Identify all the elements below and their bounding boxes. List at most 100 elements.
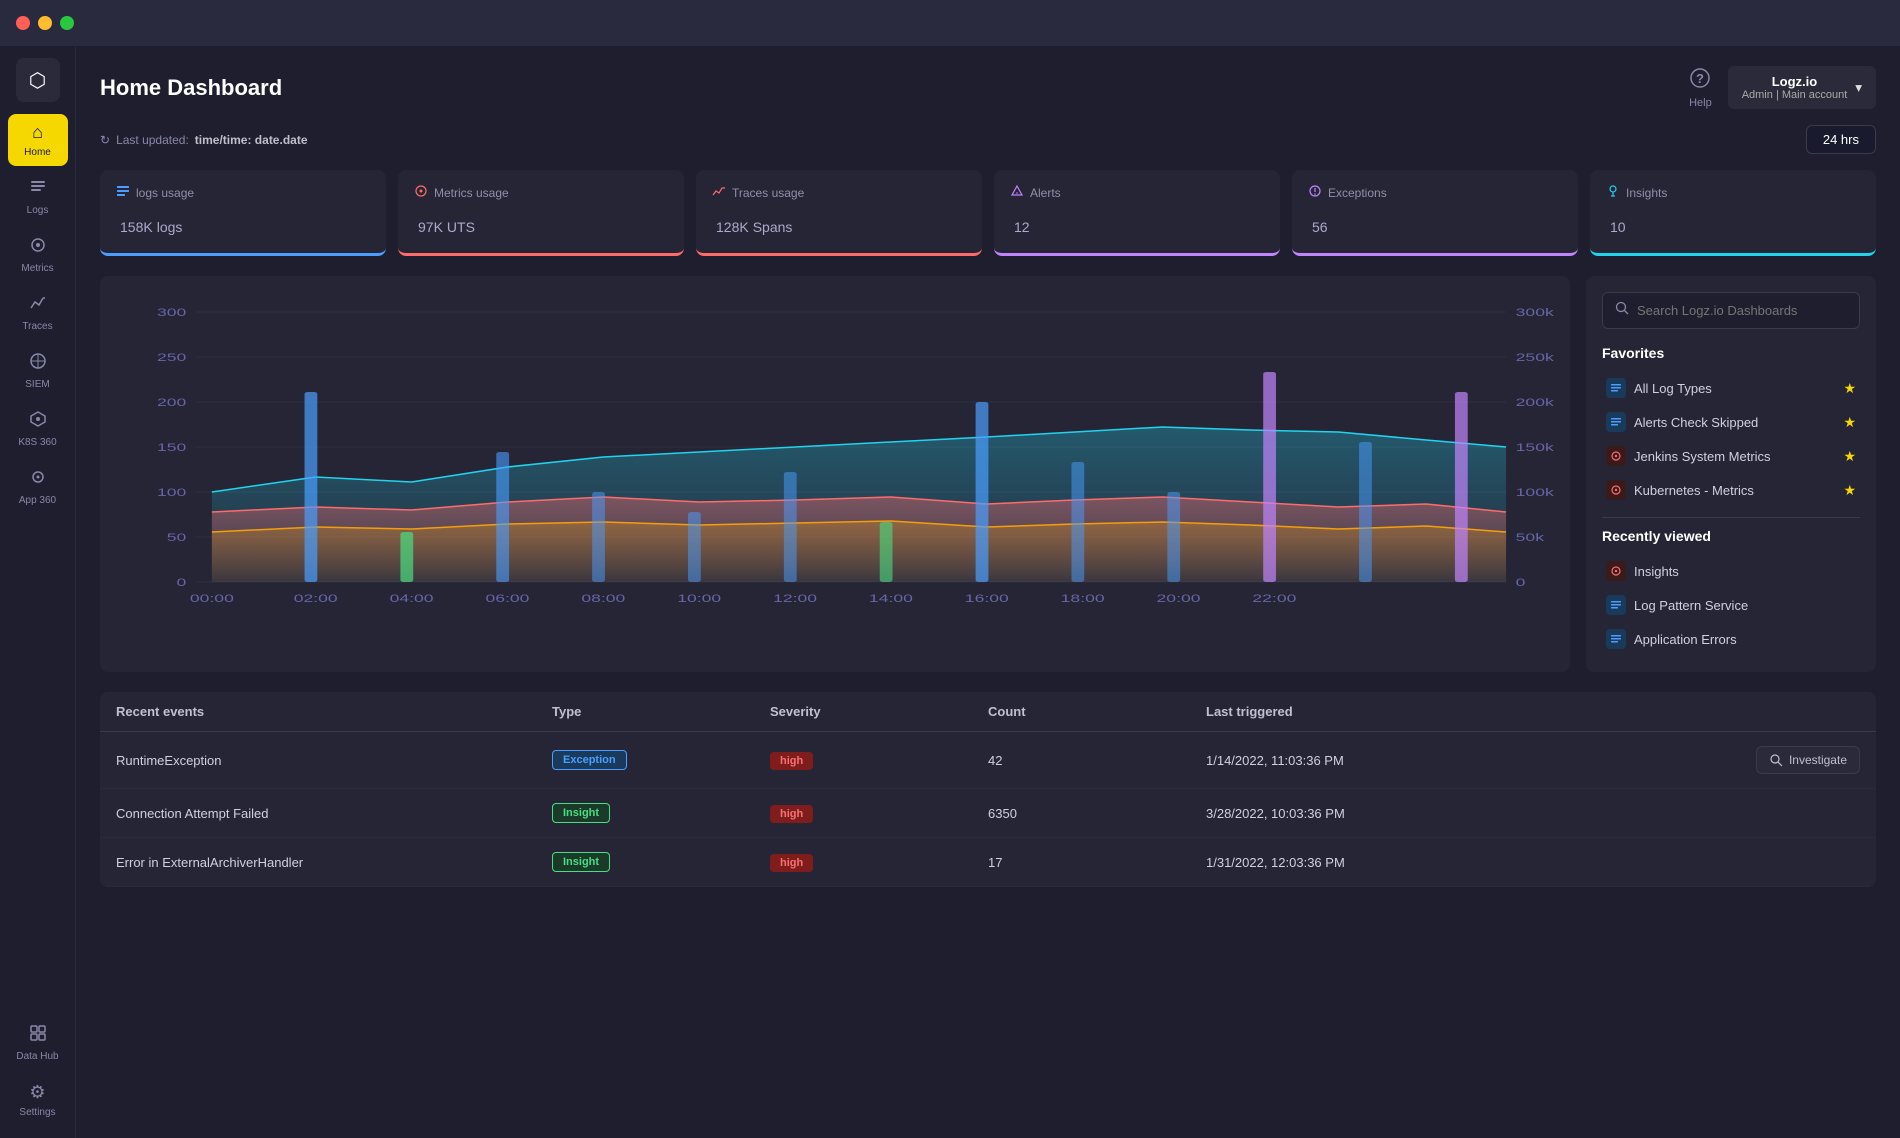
content-row: 300 250 200 150 100 50 0 300k 250k 200k … (100, 276, 1876, 672)
sidebar-item-settings[interactable]: ⚙ Settings (8, 1074, 68, 1126)
sidebar-item-app360[interactable]: App 360 (8, 460, 68, 514)
favorite-jenkins-metrics[interactable]: Jenkins System Metrics ★ (1602, 439, 1860, 473)
chart-svg: 300 250 200 150 100 50 0 300k 250k 200k … (116, 292, 1554, 612)
sidebar-item-k8s360[interactable]: K8S 360 (8, 402, 68, 456)
sidebar-label-app360: App 360 (19, 495, 56, 506)
severity-badge-1: high (770, 805, 813, 823)
chart-container: 300 250 200 150 100 50 0 300k 250k 200k … (100, 276, 1570, 672)
stat-value-metrics: 97KUTS (414, 207, 668, 239)
event-type-0: Exception (552, 750, 770, 770)
favorites-title: Favorites (1602, 345, 1860, 361)
stat-value-logs: 158Klogs (116, 207, 370, 239)
sidebar-label-k8s360: K8S 360 (18, 437, 56, 448)
sidebar-item-datahub[interactable]: Data Hub (8, 1016, 68, 1070)
time-value: time/time: date.date (195, 133, 308, 147)
traces-icon (29, 294, 47, 317)
stat-card-logs[interactable]: logs usage 158Klogs (100, 170, 386, 256)
svg-text:250k: 250k (1516, 352, 1554, 364)
col-header-action (1642, 704, 1860, 719)
star-icon-0: ★ (1843, 380, 1856, 397)
svg-text:200k: 200k (1516, 397, 1554, 409)
svg-text:150: 150 (157, 442, 186, 454)
log-pattern-icon (1606, 595, 1626, 615)
favorite-alerts-check-skipped[interactable]: Alerts Check Skipped ★ (1602, 405, 1860, 439)
metrics-stat-icon (414, 184, 428, 201)
sidebar-item-logs[interactable]: Logs (8, 170, 68, 224)
chevron-down-icon: ▾ (1855, 80, 1862, 96)
svg-text:0: 0 (177, 577, 187, 589)
col-header-triggered: Last triggered (1206, 704, 1642, 719)
sidebar-label-settings: Settings (19, 1107, 55, 1118)
sidebar-item-home[interactable]: ⌂ Home (8, 114, 68, 166)
event-triggered-2: 1/31/2022, 12:03:36 PM (1206, 855, 1642, 870)
last-updated: ↻ Last updated: time/time: date.date (100, 133, 308, 147)
event-count-0: 42 (988, 753, 1206, 768)
sidebar-item-metrics[interactable]: Metrics (8, 228, 68, 282)
main-content: Home Dashboard ? Help Logz.io (76, 46, 1900, 1138)
svg-text:02:00: 02:00 (294, 593, 338, 605)
sidebar-label-datahub: Data Hub (16, 1051, 58, 1062)
app-layout: ⬡ ⌂ Home Logs Metrics (0, 46, 1900, 1138)
sidebar-item-traces[interactable]: Traces (8, 286, 68, 340)
svg-text:?: ? (1696, 71, 1704, 86)
kubernetes-metrics-label: Kubernetes - Metrics (1634, 483, 1754, 498)
status-bar: ↻ Last updated: time/time: date.date 24 … (100, 125, 1876, 154)
event-action-0: Investigate (1642, 746, 1860, 774)
stat-card-traces[interactable]: Traces usage 128KSpans (696, 170, 982, 256)
stat-value-alerts: 12 (1010, 207, 1264, 239)
metrics-icon (29, 236, 47, 259)
logo-icon: ⬡ (29, 68, 46, 93)
stat-label-exceptions: Exceptions (1308, 184, 1562, 201)
time-range-button[interactable]: 24 hrs (1806, 125, 1876, 154)
alerts-check-icon (1606, 412, 1626, 432)
app360-icon (29, 468, 47, 491)
account-button[interactable]: Logz.io Admin | Main account ▾ (1728, 66, 1876, 109)
alerts-stat-icon (1010, 184, 1024, 201)
sidebar-label-logs: Logs (27, 205, 49, 216)
stat-card-exceptions[interactable]: Exceptions 56 (1292, 170, 1578, 256)
event-type-1: Insight (552, 803, 770, 823)
svg-text:06:00: 06:00 (485, 593, 529, 605)
event-name-2: Error in ExternalArchiverHandler (116, 855, 552, 870)
stat-value-insights: 10 (1606, 207, 1860, 239)
help-button[interactable]: ? Help (1689, 67, 1712, 109)
log-pattern-label: Log Pattern Service (1634, 598, 1748, 613)
recent-insights[interactable]: Insights (1602, 554, 1860, 588)
sidebar-item-siem[interactable]: SIEM (8, 344, 68, 398)
type-badge-2: Insight (552, 852, 610, 872)
svg-text:22:00: 22:00 (1252, 593, 1296, 605)
stat-card-metrics[interactable]: Metrics usage 97KUTS (398, 170, 684, 256)
application-errors-label: Application Errors (1634, 632, 1737, 647)
sidebar-logo: ⬡ (16, 58, 60, 102)
favorite-kubernetes-metrics[interactable]: Kubernetes - Metrics ★ (1602, 473, 1860, 507)
search-box[interactable] (1602, 292, 1860, 329)
event-count-2: 17 (988, 855, 1206, 870)
logs-icon (29, 178, 47, 201)
alerts-check-label: Alerts Check Skipped (1634, 415, 1758, 430)
svg-text:300: 300 (157, 307, 186, 319)
table-row: RuntimeException Exception high 42 1/14/… (100, 732, 1876, 789)
svg-text:10:00: 10:00 (677, 593, 721, 605)
close-dot[interactable] (16, 16, 30, 30)
svg-text:150k: 150k (1516, 442, 1554, 454)
insights-recent-icon (1606, 561, 1626, 581)
maximize-dot[interactable] (60, 16, 74, 30)
recent-application-errors[interactable]: Application Errors (1602, 622, 1860, 656)
stat-label-insights: Insights (1606, 184, 1860, 201)
svg-text:16:00: 16:00 (965, 593, 1009, 605)
svg-text:100k: 100k (1516, 487, 1554, 499)
investigate-button-0[interactable]: Investigate (1756, 746, 1860, 774)
help-icon: ? (1689, 67, 1711, 95)
stat-label-alerts: Alerts (1010, 184, 1264, 201)
favorite-all-log-types[interactable]: All Log Types ★ (1602, 371, 1860, 405)
stat-card-alerts[interactable]: Alerts 12 (994, 170, 1280, 256)
account-info: Logz.io Admin | Main account (1742, 74, 1848, 101)
event-name-1: Connection Attempt Failed (116, 806, 552, 821)
svg-text:100: 100 (157, 487, 186, 499)
sidebar-label-traces: Traces (22, 321, 52, 332)
stat-card-insights[interactable]: Insights 10 (1590, 170, 1876, 256)
dashboard-search-input[interactable] (1637, 303, 1847, 318)
svg-text:50k: 50k (1516, 532, 1545, 544)
recent-log-pattern-service[interactable]: Log Pattern Service (1602, 588, 1860, 622)
minimize-dot[interactable] (38, 16, 52, 30)
